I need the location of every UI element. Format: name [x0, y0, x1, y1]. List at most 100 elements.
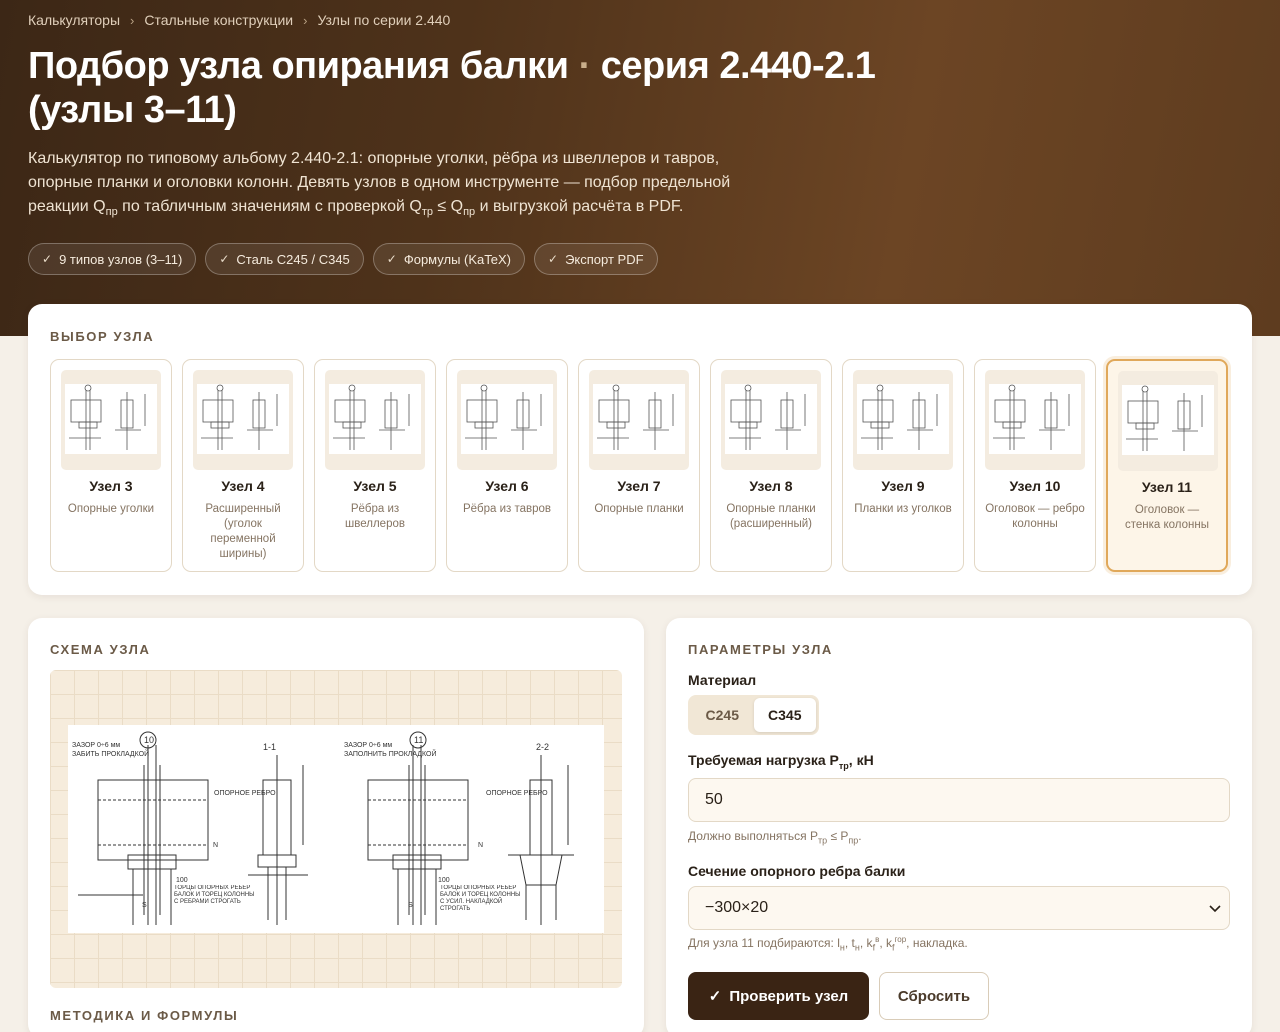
- drawing-rib: ОПОРНОЕ РЕБРО: [214, 790, 276, 797]
- load-label-sub: тр: [838, 760, 849, 771]
- drawing-node-num: 11: [414, 735, 423, 745]
- node-thumbnail: [985, 370, 1085, 470]
- node-description: Планки из уголков: [854, 503, 952, 515]
- load-hint-text: Должно выполняться P: [688, 829, 818, 843]
- node-thumbnail-drawing: [461, 384, 553, 454]
- node-card[interactable]: Узел 10 Оголовок — ребро колонны: [974, 359, 1096, 572]
- node-description: Опорные планки (расширенный): [726, 503, 816, 530]
- node-thumbnail-drawing: [65, 384, 157, 454]
- load-label: Требуемая нагрузка Pтр, кН: [688, 752, 874, 771]
- lead-line-3c: ≤ Q: [432, 198, 464, 215]
- node-card[interactable]: Узел 3 Опорные уголки: [50, 359, 172, 572]
- material-option-c245[interactable]: С245: [691, 698, 754, 732]
- node-description: Оголовок — ребро колонны: [985, 503, 1085, 530]
- breadcrumb-item[interactable]: Стальные конструкции: [144, 12, 293, 28]
- drawing-section: 2-2: [536, 742, 549, 752]
- node-thumbnail-drawing: [857, 384, 949, 454]
- load-hint-text: .: [858, 829, 862, 843]
- feature-chip: ✓ Сталь С245 / С345: [205, 243, 364, 275]
- check-icon: ✓: [42, 252, 53, 266]
- material-label: Материал: [688, 672, 757, 688]
- section-hint-text: Для узла 11 подбираются: l: [688, 936, 840, 950]
- node-title: Узел 10: [1009, 478, 1061, 494]
- check-node-button[interactable]: ✓ Проверить узел: [688, 972, 869, 1020]
- node-card[interactable]: Узел 7 Опорные планки: [578, 359, 700, 572]
- node-thumbnail-drawing: [725, 384, 817, 454]
- node-card[interactable]: Узел 6 Рёбра из тавров: [446, 359, 568, 572]
- node-thumbnail-drawing: [197, 384, 289, 454]
- section-title: СХЕМА УЗЛА: [50, 642, 151, 657]
- node-thumbnail: [61, 370, 161, 470]
- drawing-note-right: ТОРЦЫ ОПОРНЫХ РЕБЕР БАЛОК И ТОРЕЦ КОЛОНН…: [440, 885, 521, 912]
- title-main: Подбор узла опирания балки: [28, 45, 569, 87]
- node-card[interactable]: Узел 4 Расширенный (уголок переменной шир…: [182, 359, 304, 572]
- node-title: Узел 7: [617, 478, 661, 494]
- load-hint-sub: пр: [848, 835, 859, 846]
- node-thumbnail-drawing: [593, 384, 685, 454]
- node-thumbnail-drawing: [1122, 385, 1214, 455]
- breadcrumb-separator: ›: [130, 12, 135, 28]
- check-icon: ✓: [708, 988, 722, 1005]
- material-option-c345[interactable]: С345: [753, 698, 816, 732]
- chip-label: Сталь С245 / С345: [236, 251, 350, 267]
- node-title: Узел 5: [353, 478, 397, 494]
- node-thumbnail: [325, 370, 425, 470]
- lead-line-1: Калькулятор по типовому альбому 2.440-2.…: [28, 150, 720, 167]
- lead-line-3a: реакции Q: [28, 198, 106, 215]
- chip-label: Формулы (KaTeX): [403, 251, 511, 267]
- load-label-text: Требуемая нагрузка P: [688, 752, 839, 768]
- node-description: Опорные планки: [594, 503, 684, 515]
- node-select-card: ВЫБОР УЗЛА Узел 3 Опорные уголки Узел 4 Рас…: [28, 304, 1252, 595]
- breadcrumb-item[interactable]: Узлы по серии 2.440: [317, 12, 450, 28]
- chip-label: 9 типов узлов (3–11): [59, 251, 183, 267]
- reset-button[interactable]: Сбросить: [879, 972, 989, 1020]
- drawing-note-left: ТОРЦЫ ОПОРНЫХ РЕБЕР БАЛОК И ТОРЕЦ КОЛОНН…: [174, 885, 255, 905]
- check-node-label: Проверить узел: [729, 987, 849, 1005]
- node-thumbnail: [457, 370, 557, 470]
- node-thumbnail-drawing: [329, 384, 421, 454]
- lead-sub: тр: [421, 206, 433, 219]
- feature-chip: ✓ 9 типов узлов (3–11): [28, 243, 197, 275]
- chevron-down-icon: [1209, 905, 1221, 913]
- check-icon: ✓: [548, 252, 559, 266]
- node-title: Узел 8: [749, 478, 793, 494]
- node-title: Узел 6: [485, 478, 529, 494]
- load-hint-sub: тр: [817, 835, 828, 846]
- breadcrumb-item[interactable]: Калькуляторы: [28, 12, 120, 28]
- drawing-dim: 100: [438, 877, 450, 884]
- section-select-value: −300×20: [705, 899, 769, 916]
- drawing-fill-left: ЗАБИТЬ ПРОКЛАДКОЙ: [72, 749, 149, 758]
- node-card[interactable]: Узел 11 Оголовок — стенка колонны: [1106, 359, 1228, 572]
- feature-chips: ✓ 9 типов узлов (3–11) ✓ Сталь С245 / С345…: [28, 243, 658, 275]
- node-thumbnail: [721, 370, 821, 470]
- node-card[interactable]: Узел 9 Планки из уголков: [842, 359, 964, 572]
- node-description: Оголовок — стенка колонны: [1124, 504, 1209, 531]
- section-hint: Для узла 11 подбираются: lн, tн, kfв, kf…: [688, 935, 968, 953]
- check-icon: ✓: [219, 252, 230, 266]
- page-title: Подбор узла опирания балки · серия 2.440…: [28, 44, 988, 132]
- node-card[interactable]: Узел 8 Опорные планки (расширенный): [710, 359, 832, 572]
- node-thumbnail: [193, 370, 293, 470]
- drawing-dim: 100: [176, 877, 188, 884]
- drawing-gap-left: ЗАЗОР 0÷6 мм: [72, 742, 120, 749]
- breadcrumb-separator: ›: [303, 12, 308, 28]
- node-card[interactable]: Узел 5 Рёбра из швеллеров: [314, 359, 436, 572]
- load-hint-text: ≤ P: [827, 829, 849, 843]
- drawing-gap-right: ЗАЗОР 0÷6 мм: [344, 742, 392, 749]
- node-title: Узел 11: [1141, 479, 1193, 495]
- title-dot: ·: [578, 45, 592, 87]
- drawing-fill-right: ЗАПОЛНИТЬ ПРОКЛАДКОЙ: [344, 749, 437, 758]
- node-description: Опорные уголки: [67, 503, 155, 515]
- section-select[interactable]: −300×20: [688, 886, 1230, 930]
- material-toggle: С245 С345: [688, 695, 819, 735]
- load-hint: Должно выполняться Pтр ≤ Pпр.: [688, 829, 862, 845]
- node-drawing-svg: ЗАЗОР 0÷6 мм ЗАБИТЬ ПРОКЛАДКОЙ ЗАЗОР 0÷6…: [72, 731, 574, 925]
- load-input[interactable]: 50: [688, 778, 1230, 822]
- drawing-rib: ОПОРНОЕ РЕБРО: [486, 790, 548, 797]
- section-hint-rest: , накладка.: [906, 936, 968, 950]
- drawing-dim: N: [478, 842, 483, 849]
- lead-line-2: опорные планки и оголовки колонн. Девять…: [28, 174, 731, 191]
- drawing-node-num: 10: [144, 735, 154, 745]
- node-title: Узел 3: [89, 478, 133, 494]
- load-label-unit: , кН: [848, 752, 874, 768]
